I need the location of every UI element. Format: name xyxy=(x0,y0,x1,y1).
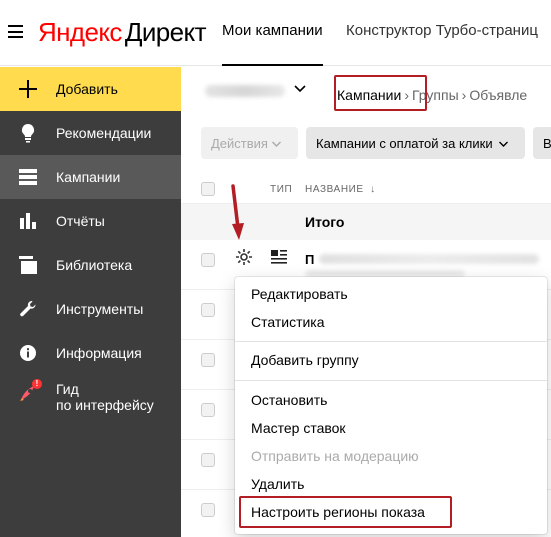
guide-label-line2: по интерфейсу xyxy=(56,397,154,413)
tab-my-campaigns[interactable]: Мои кампании xyxy=(222,22,323,66)
sidebar-item-library[interactable]: Библиотека xyxy=(0,243,181,287)
campaign-name[interactable]: П xyxy=(305,252,314,267)
logo[interactable]: Яндекс Директ xyxy=(38,17,206,48)
logo-brand: Яндекс xyxy=(38,17,122,47)
campaign-type-filter-label: Кампании с оплатой за клики xyxy=(316,135,493,151)
gear-icon[interactable] xyxy=(234,247,254,267)
text-ad-type-icon xyxy=(271,250,287,264)
menu-item-send-to-moderation: Отправить на модерацию xyxy=(251,448,419,464)
sidebar-item-campaigns[interactable]: Кампании xyxy=(0,155,181,199)
sidebar-item-guide[interactable]: ! Гид по интерфейсу xyxy=(0,379,181,421)
plus-icon xyxy=(0,79,56,99)
sidebar-item-label: Библиотека xyxy=(56,257,133,273)
menu-item-edit[interactable]: Редактировать xyxy=(251,286,348,302)
sidebar-item-add[interactable]: Добавить xyxy=(0,67,181,111)
guide-badge: ! xyxy=(32,379,42,389)
select-all-checkbox[interactable] xyxy=(201,182,215,196)
menu-burger-icon[interactable] xyxy=(8,25,23,38)
actions-button-label: Действия xyxy=(211,135,268,151)
chevron-down-icon xyxy=(271,141,281,147)
sidebar-item-label: Рекомендации xyxy=(56,125,152,141)
menu-item-stop[interactable]: Остановить xyxy=(251,392,327,408)
column-type[interactable]: ТИП xyxy=(270,184,292,195)
menu-item-bid-wizard[interactable]: Мастер ставок xyxy=(251,420,346,436)
sidebar-item-reports[interactable]: Отчёты xyxy=(0,199,181,243)
logo-product: Директ xyxy=(124,17,207,47)
row-checkbox[interactable] xyxy=(201,303,215,317)
sidebar-item-label: Инструменты xyxy=(56,301,144,317)
row-checkbox[interactable] xyxy=(201,453,215,467)
client-name-blurred xyxy=(205,85,285,97)
actions-button[interactable]: Действия xyxy=(201,127,298,159)
sidebar-item-recommendations[interactable]: Рекомендации xyxy=(0,111,181,155)
row-checkbox[interactable] xyxy=(201,253,215,267)
library-icon xyxy=(0,256,56,274)
top-header: Яндекс Директ Мои кампании Конструктор Ту… xyxy=(0,0,551,66)
list-icon xyxy=(0,169,56,185)
campaign-name-blurred xyxy=(319,254,539,264)
region-settings-highlight-box xyxy=(239,496,452,528)
client-selector[interactable] xyxy=(205,79,306,101)
total-label: Итого xyxy=(305,214,345,230)
sidebar-item-label: Кампании xyxy=(56,169,121,185)
menu-item-add-group[interactable]: Добавить группу xyxy=(251,352,359,368)
more-filter-button[interactable]: В xyxy=(533,127,551,159)
annotation-arrow-icon xyxy=(231,184,244,240)
column-name[interactable]: НАЗВАНИЕ ↓ xyxy=(305,184,376,195)
sidebar-item-label: Гид по интерфейсу xyxy=(56,381,154,413)
row-checkbox[interactable] xyxy=(201,503,215,517)
sidebar-item-label: Отчёты xyxy=(56,213,105,229)
sidebar-item-tools[interactable]: Инструменты xyxy=(0,287,181,331)
campaign-type-filter[interactable]: Кампании с оплатой за клики xyxy=(306,127,525,159)
lightbulb-icon xyxy=(0,123,56,143)
bar-chart-icon xyxy=(0,213,56,229)
column-name-label: НАЗВАНИЕ xyxy=(305,184,364,195)
chevron-down-icon xyxy=(294,85,306,93)
campaign-context-menu: Редактировать Статистика Добавить группу… xyxy=(235,277,547,534)
sidebar-item-label: Добавить xyxy=(56,81,118,97)
menu-divider xyxy=(235,380,547,381)
sidebar-item-info[interactable]: Информация xyxy=(0,331,181,375)
more-filter-label: В xyxy=(543,135,551,151)
chevron-right-icon: › xyxy=(461,87,467,103)
tab-turbo-constructor[interactable]: Конструктор Турбо-страниц xyxy=(346,22,538,39)
rocket-icon: ! xyxy=(0,379,56,405)
campaign-id-blurred xyxy=(305,270,465,277)
menu-item-statistics[interactable]: Статистика xyxy=(251,314,325,330)
breadcrumb-ads[interactable]: Объявле xyxy=(469,87,527,103)
sidebar-item-label: Информация xyxy=(56,345,142,361)
row-checkbox[interactable] xyxy=(201,353,215,367)
row-checkbox[interactable] xyxy=(201,403,215,417)
info-icon xyxy=(0,344,56,362)
guide-label-line1: Гид xyxy=(56,381,79,397)
menu-item-delete[interactable]: Удалить xyxy=(251,476,304,492)
breadcrumb-highlight-box xyxy=(334,75,427,111)
menu-divider xyxy=(235,341,547,342)
wrench-icon xyxy=(0,300,56,318)
chevron-down-icon xyxy=(498,141,508,147)
sort-arrow-icon: ↓ xyxy=(370,184,376,195)
sidebar: Добавить Рекомендации Кампании Отчёты Би… xyxy=(0,67,181,537)
